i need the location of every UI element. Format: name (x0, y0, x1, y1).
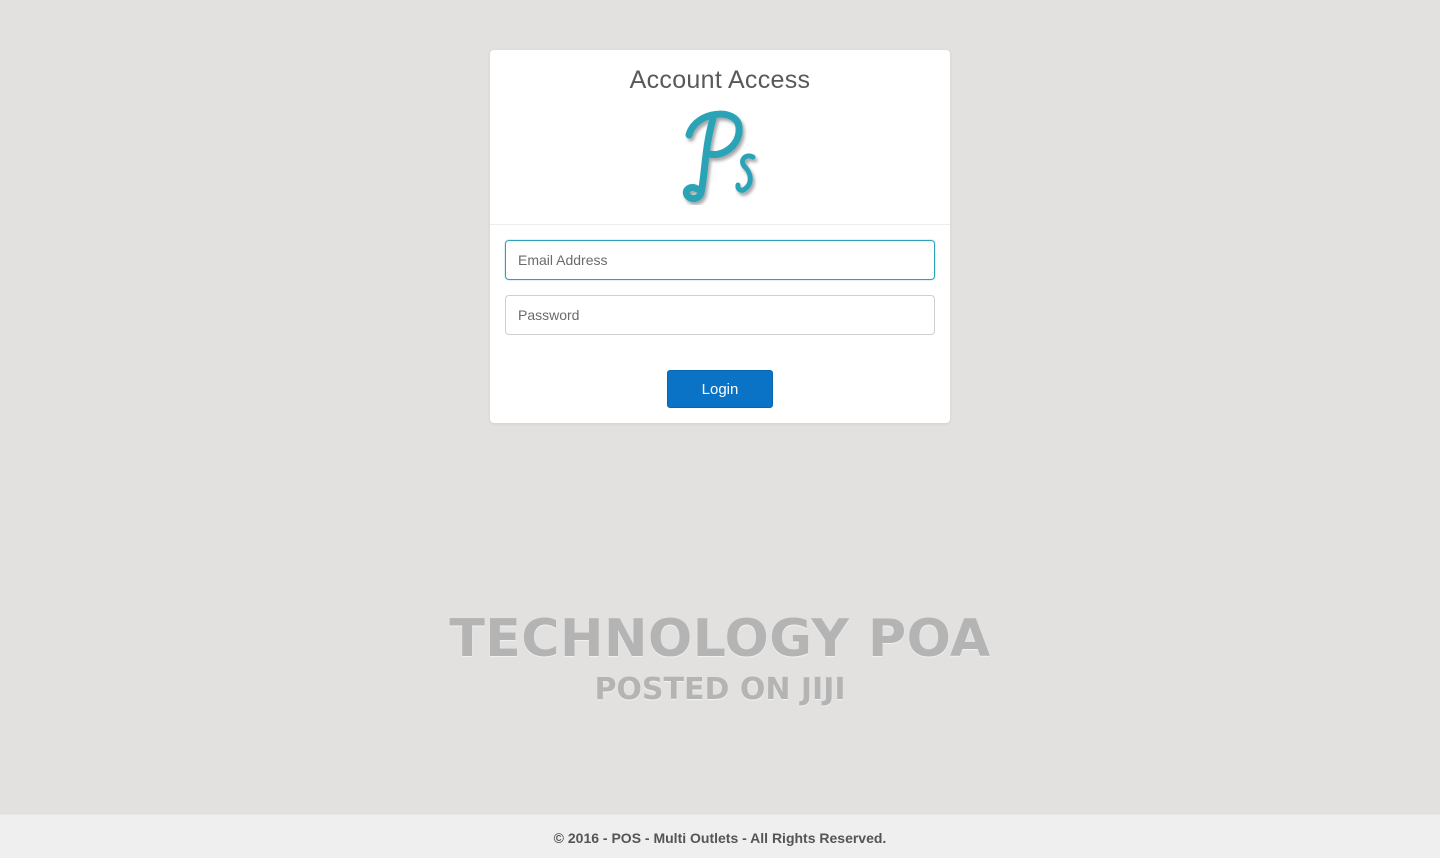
login-form: Login (490, 225, 950, 408)
watermark-line2: POSTED ON JIJI (594, 672, 846, 707)
login-card: Account Access Email Address Login (490, 50, 950, 423)
footer-copyright: © 2016 - POS - Multi Outlets - All Right… (553, 830, 887, 846)
card-title: Account Access (629, 66, 811, 94)
password-input[interactable] (505, 295, 935, 335)
footer: © 2016 - POS - Multi Outlets - All Right… (0, 814, 1440, 858)
email-input[interactable] (505, 240, 935, 280)
ps-logo-icon (682, 110, 756, 203)
watermark-line1: TECHNOLOGY POA (449, 609, 991, 669)
login-button[interactable]: Login (667, 370, 773, 408)
watermark: TECHNOLOGY POA POSTED ON JIJI (0, 608, 1440, 710)
login-page: Account Access Email Address Login TECHN… (0, 0, 1440, 858)
button-row: Login (505, 370, 935, 408)
login-card-header: Account Access (490, 50, 950, 225)
